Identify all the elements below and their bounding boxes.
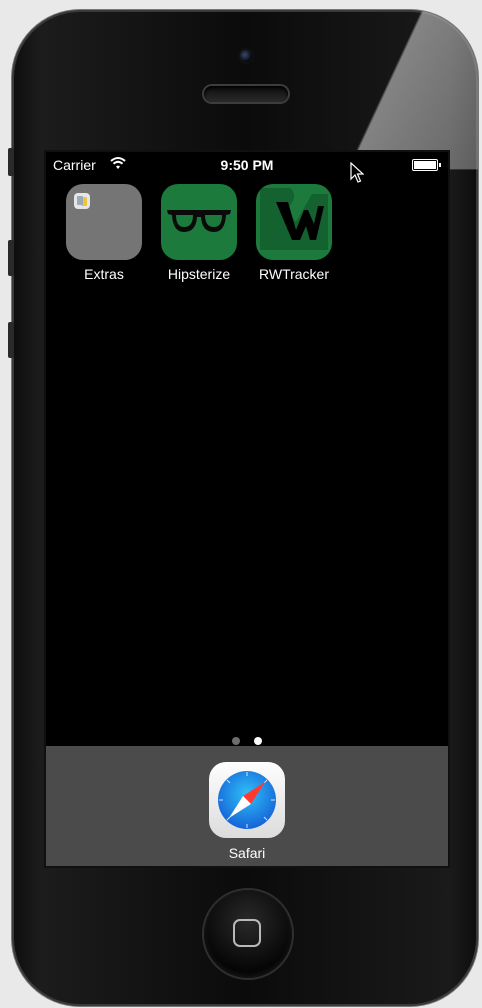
compass-icon [209,762,285,838]
status-bar: Carrier 9:50 PM [46,152,448,183]
app-label-extras: Extras [84,266,124,282]
folder-icon [66,184,142,260]
folder-mini-app-icon [74,193,90,209]
dock-app-label-safari: Safari [228,845,266,861]
home-square-icon [233,919,261,947]
mute-switch[interactable] [8,148,14,176]
page-dot-1[interactable] [231,737,240,745]
app-label-hipsterize: Hipsterize [167,266,231,282]
home-screen: Carrier 9:50 PM Extras Hipsterize RWTrac… [46,152,448,866]
earpiece-speaker [204,86,288,102]
volume-up-button[interactable] [8,240,14,276]
mouse-pointer-icon [350,162,364,183]
glasses-icon [161,184,237,260]
clock: 9:50 PM [220,157,274,173]
app-extras[interactable]: Extras [64,184,144,282]
app-hipsterize[interactable]: Hipsterize [159,184,239,282]
page-dot-2-active[interactable] [254,737,263,745]
battery-icon [412,159,441,171]
home-button[interactable] [204,890,292,978]
volume-down-button[interactable] [8,322,14,358]
app-rwtracker[interactable]: RWTracker [254,184,334,282]
dock-app-safari[interactable]: Safari [207,762,287,861]
app-label-rwtracker: RWTracker [259,266,329,282]
dock: Safari [46,746,448,866]
rw-logo-icon [256,184,332,260]
front-camera [240,50,252,62]
